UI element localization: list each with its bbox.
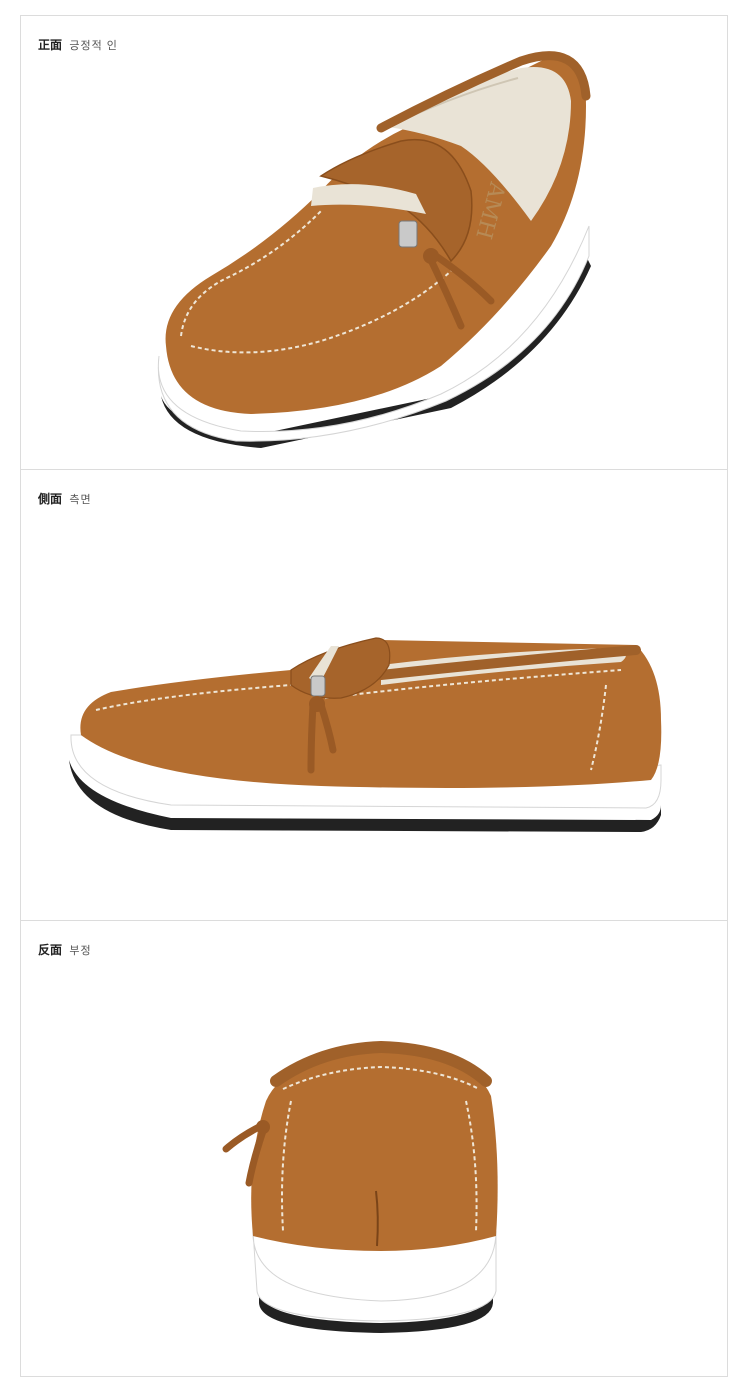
shoe-side-photo <box>69 637 662 832</box>
back-view-panel: 反面 부정 <box>20 920 728 1377</box>
side-view-panel: 側面 측면 <box>20 469 728 921</box>
shoe-front-photo: AMH <box>157 51 591 448</box>
front-view-panel: 正面 긍정적 인 AMH <box>20 15 728 470</box>
shoe-back-photo <box>222 1040 498 1333</box>
